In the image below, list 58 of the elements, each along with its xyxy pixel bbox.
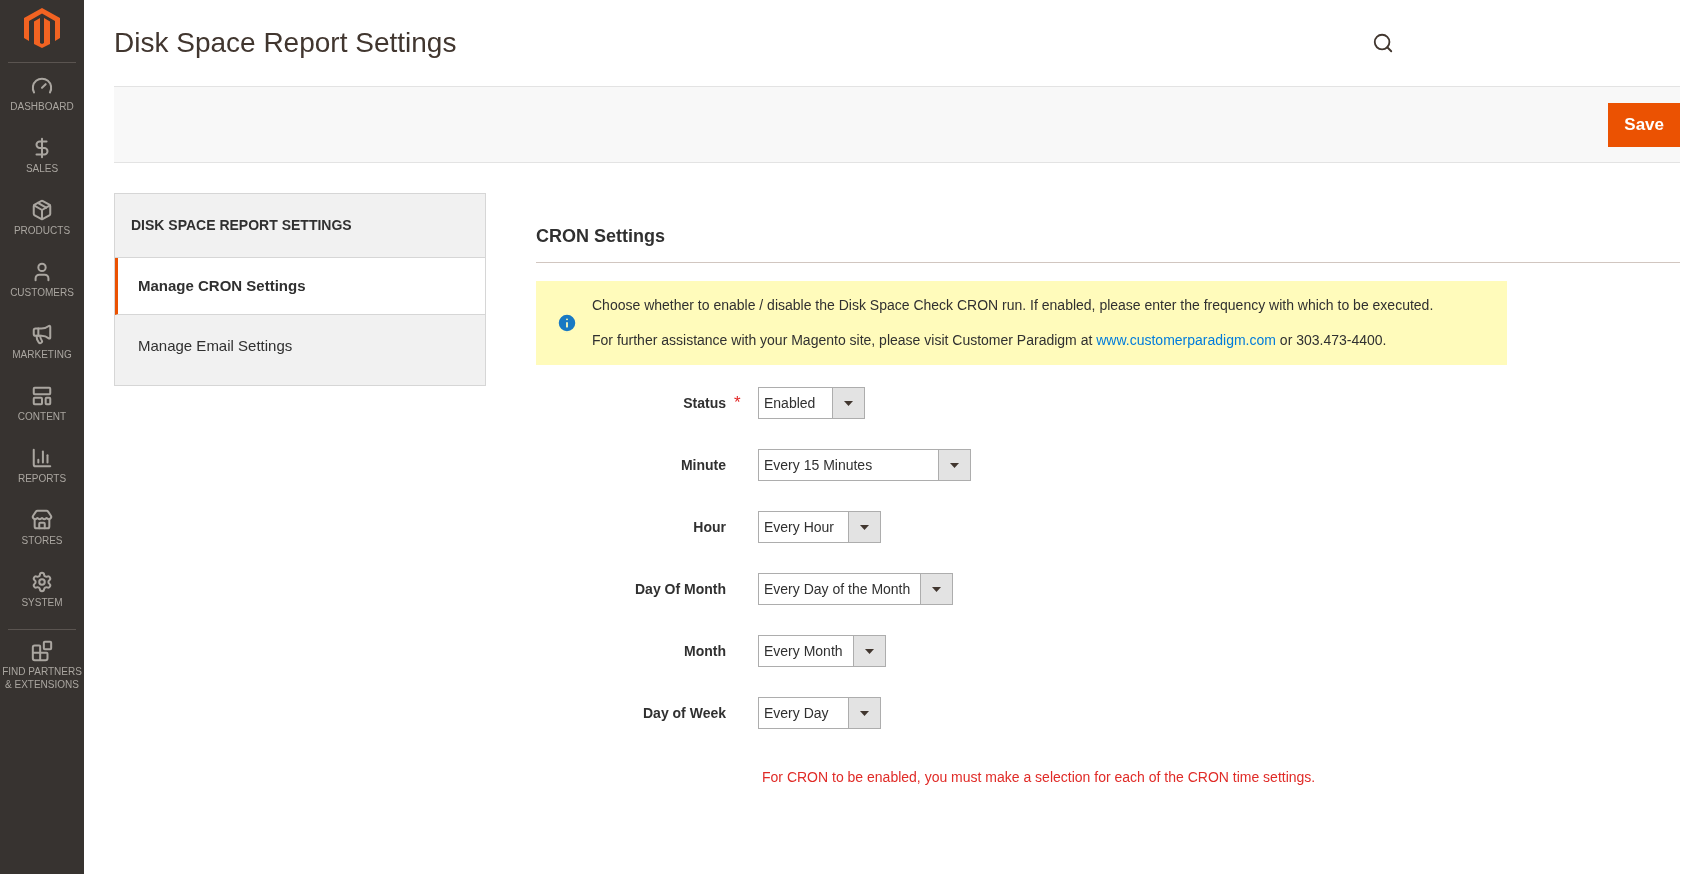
notice-text: Choose whether to enable / disable the Disk Space Check CRON run. If enabled, please enter the frequency with which to be executed. bbox=[592, 296, 1434, 315]
store-icon bbox=[31, 509, 53, 531]
caret-icon bbox=[864, 648, 874, 654]
nav-label: DASHBOARD bbox=[10, 100, 74, 113]
box-icon bbox=[31, 199, 53, 221]
field-label: Minute bbox=[680, 455, 726, 475]
nav-item[interactable]: SALES bbox=[0, 133, 84, 195]
nav-label: CUSTOMERS bbox=[10, 286, 74, 299]
nav-label: SALES bbox=[25, 162, 59, 175]
nav-item[interactable]: STORES bbox=[0, 505, 84, 567]
side-panel-tab[interactable]: Manage CRON Settings bbox=[115, 258, 485, 315]
bar-chart-icon bbox=[31, 447, 53, 469]
field-label: Day of Week bbox=[643, 703, 726, 723]
select-field[interactable]: Enabled bbox=[758, 387, 865, 419]
nav-item[interactable]: SYSTEM bbox=[0, 567, 84, 629]
field-label: Hour bbox=[693, 517, 726, 537]
nav-label: SYSTEM bbox=[21, 596, 63, 609]
nav-item[interactable]: CUSTOMERS bbox=[0, 257, 84, 319]
logo-icon[interactable] bbox=[24, 8, 60, 48]
caret-icon bbox=[860, 524, 869, 530]
nav-label: PRODUCTS bbox=[13, 224, 71, 237]
field-label: Day Of Month bbox=[635, 579, 726, 599]
page-title: Disk Space Report Settings bbox=[114, 26, 457, 60]
select-field[interactable]: Every Hour bbox=[758, 511, 881, 543]
megaphone-icon bbox=[31, 323, 53, 345]
nav-item[interactable]: PRODUCTS bbox=[0, 195, 84, 257]
info-icon bbox=[556, 312, 578, 334]
select-field[interactable]: Every Month bbox=[758, 635, 886, 667]
nav-item[interactable]: CONTENT bbox=[0, 381, 84, 443]
field-label: Status bbox=[683, 393, 726, 413]
field-label: Month bbox=[684, 641, 726, 661]
warning-text: For CRON to be enabled, you must make a selection for each of the CRON time settings. bbox=[762, 768, 1317, 787]
search-icon[interactable] bbox=[1372, 32, 1394, 54]
section-title: CRON Settings bbox=[536, 223, 1680, 263]
select-field[interactable]: Every 15 Minutes bbox=[758, 449, 971, 481]
caret-icon bbox=[860, 710, 869, 716]
nav-item[interactable]: FIND PARTNERS & EXTENSIONS bbox=[0, 636, 84, 698]
layout-icon bbox=[31, 385, 53, 407]
nav-item[interactable]: REPORTS bbox=[0, 443, 84, 505]
website-link[interactable]: www.customerparadigm.com bbox=[1096, 332, 1276, 348]
nav-label: FIND PARTNERS & EXTENSIONS bbox=[1, 665, 83, 691]
select-field[interactable]: Every Day of the Month bbox=[758, 573, 954, 605]
nav-label: STORES bbox=[21, 534, 63, 547]
nav-item[interactable]: DASHBOARD bbox=[0, 71, 84, 133]
required-mark: * bbox=[734, 392, 742, 415]
select-field[interactable]: Every Day bbox=[758, 697, 881, 729]
caret-icon bbox=[844, 400, 853, 406]
nav-item[interactable]: MARKETING bbox=[0, 319, 84, 381]
notice-text: For further assistance with your Magento site, please visit Customer Paradigm at www.customerparadigm.com or 303.473-4400. bbox=[592, 331, 1388, 350]
caret-icon bbox=[932, 586, 942, 592]
blocks-icon bbox=[31, 640, 53, 662]
caret-icon bbox=[950, 462, 959, 468]
nav-label: REPORTS bbox=[17, 472, 67, 485]
save-button[interactable]: Save bbox=[1608, 102, 1680, 147]
nav-label: CONTENT bbox=[17, 410, 67, 423]
side-panel-tab[interactable]: Manage Email Settings bbox=[115, 315, 485, 385]
nav-label: MARKETING bbox=[12, 348, 72, 361]
gear-icon bbox=[31, 571, 53, 593]
